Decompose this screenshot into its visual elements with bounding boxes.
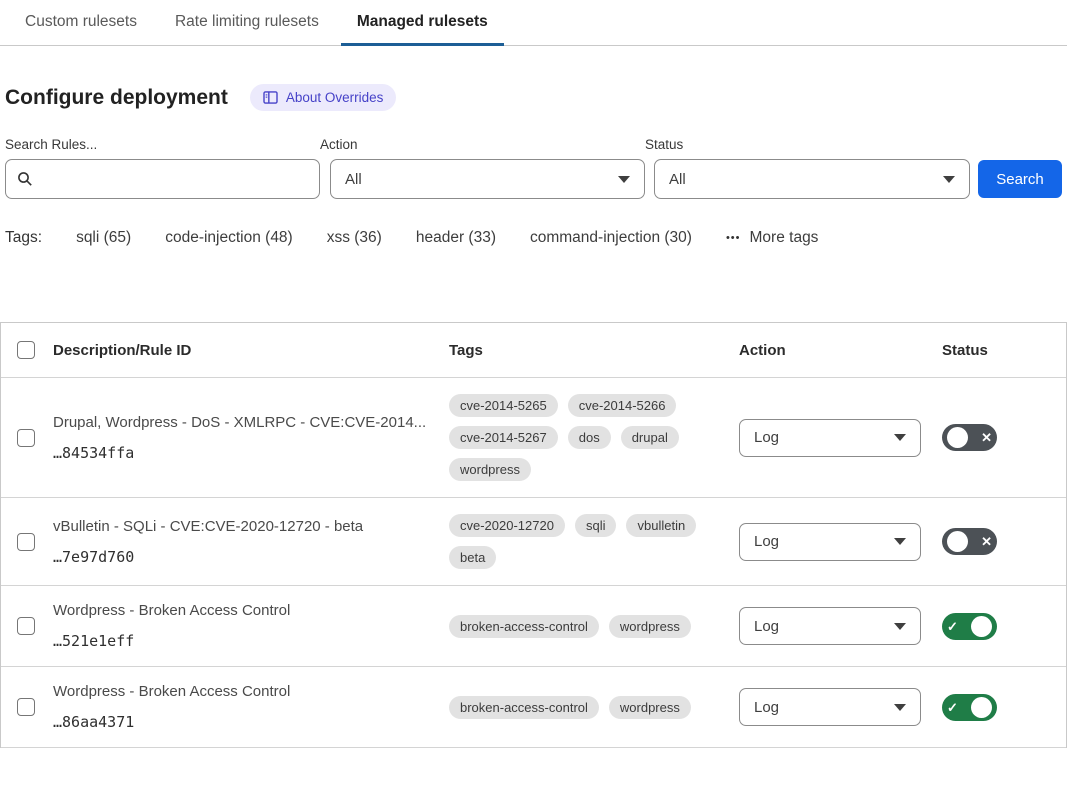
rule-action-value: Log bbox=[754, 618, 779, 635]
rules-table: Description/Rule ID Tags Action Status D… bbox=[0, 322, 1067, 748]
rule-tag: vbulletin bbox=[626, 514, 696, 537]
col-action: Action bbox=[739, 342, 942, 359]
col-tags: Tags bbox=[449, 342, 739, 359]
more-tags-label: More tags bbox=[750, 229, 819, 247]
chevron-down-icon bbox=[894, 704, 906, 711]
chevron-down-icon bbox=[618, 176, 630, 183]
page-header: Configure deployment About Overrides bbox=[5, 84, 1067, 111]
action-filter-label: Action bbox=[320, 137, 645, 152]
tags-bar: Tags: sqli (65) code-injection (48) xss … bbox=[5, 229, 1067, 247]
rule-tag: wordpress bbox=[449, 458, 531, 481]
rule-action-select[interactable]: Log bbox=[739, 607, 921, 645]
status-filter-value: All bbox=[669, 171, 686, 188]
chevron-down-icon bbox=[894, 623, 906, 630]
tag-filter-header[interactable]: header (33) bbox=[416, 229, 496, 247]
chevron-down-icon bbox=[894, 538, 906, 545]
rule-status-toggle[interactable]: ✓ bbox=[942, 613, 997, 640]
toggle-knob bbox=[947, 427, 968, 448]
search-icon bbox=[17, 171, 33, 187]
rule-action-select[interactable]: Log bbox=[739, 688, 921, 726]
table-row: Wordpress - Broken Access Control …86aa4… bbox=[1, 666, 1066, 748]
tags-bar-label: Tags: bbox=[5, 229, 42, 247]
status-filter-select[interactable]: All bbox=[654, 159, 970, 199]
ellipsis-icon: ••• bbox=[726, 232, 741, 244]
rule-status-toggle[interactable]: ✕ bbox=[942, 424, 997, 451]
table-header-row: Description/Rule ID Tags Action Status bbox=[1, 323, 1066, 377]
chevron-down-icon bbox=[894, 434, 906, 441]
more-tags-button[interactable]: ••• More tags bbox=[726, 229, 818, 247]
rule-action-select[interactable]: Log bbox=[739, 419, 921, 457]
rule-description: Drupal, Wordpress - DoS - XMLRPC - CVE:C… bbox=[53, 414, 429, 431]
tag-filter-sqli[interactable]: sqli (65) bbox=[76, 229, 131, 247]
about-overrides-badge[interactable]: About Overrides bbox=[250, 84, 397, 111]
rule-tag: cve-2020-12720 bbox=[449, 514, 565, 537]
rule-tag: dos bbox=[568, 426, 611, 449]
table-row: Drupal, Wordpress - DoS - XMLRPC - CVE:C… bbox=[1, 377, 1066, 497]
rule-action-value: Log bbox=[754, 699, 779, 716]
rule-id: …7e97d760 bbox=[53, 548, 429, 566]
toggle-knob bbox=[971, 616, 992, 637]
x-icon: ✕ bbox=[981, 535, 992, 548]
x-icon: ✕ bbox=[981, 431, 992, 444]
rule-id: …86aa4371 bbox=[53, 713, 429, 731]
ruleset-tabs: Custom rulesets Rate limiting rulesets M… bbox=[0, 0, 1067, 46]
row-checkbox[interactable] bbox=[17, 617, 35, 635]
filter-bar: Search Rules... Action All Status All Se… bbox=[5, 137, 1067, 199]
rule-description: vBulletin - SQLi - CVE:CVE-2020-12720 - … bbox=[53, 518, 429, 535]
rule-tag: cve-2014-5266 bbox=[568, 394, 677, 417]
check-icon: ✓ bbox=[947, 620, 958, 633]
about-overrides-label: About Overrides bbox=[286, 90, 384, 105]
rule-tag: cve-2014-5265 bbox=[449, 394, 558, 417]
search-input-wrap bbox=[5, 159, 320, 199]
book-icon bbox=[263, 91, 278, 104]
col-description-rule-id: Description/Rule ID bbox=[53, 342, 449, 359]
col-status: Status bbox=[942, 342, 1066, 359]
tag-filter-code-injection[interactable]: code-injection (48) bbox=[165, 229, 293, 247]
table-row: vBulletin - SQLi - CVE:CVE-2020-12720 - … bbox=[1, 497, 1066, 585]
row-checkbox[interactable] bbox=[17, 429, 35, 447]
rule-status-toggle[interactable]: ✕ bbox=[942, 528, 997, 555]
rule-tag: broken-access-control bbox=[449, 696, 599, 719]
chevron-down-icon bbox=[943, 176, 955, 183]
search-button[interactable]: Search bbox=[978, 160, 1062, 198]
rule-action-value: Log bbox=[754, 533, 779, 550]
rule-tag: broken-access-control bbox=[449, 615, 599, 638]
rule-id: …84534ffa bbox=[53, 444, 429, 462]
toggle-knob bbox=[971, 697, 992, 718]
tab-managed-rulesets[interactable]: Managed rulesets bbox=[341, 0, 504, 45]
rule-tag: cve-2014-5267 bbox=[449, 426, 558, 449]
action-filter-select[interactable]: All bbox=[330, 159, 645, 199]
rule-tag: wordpress bbox=[609, 696, 691, 719]
tag-filter-xss[interactable]: xss (36) bbox=[327, 229, 382, 247]
tag-filter-command-injection[interactable]: command-injection (30) bbox=[530, 229, 692, 247]
rule-id: …521e1eff bbox=[53, 632, 429, 650]
table-row: Wordpress - Broken Access Control …521e1… bbox=[1, 585, 1066, 666]
rule-tag: beta bbox=[449, 546, 496, 569]
check-icon: ✓ bbox=[947, 701, 958, 714]
tab-custom-rulesets[interactable]: Custom rulesets bbox=[9, 0, 153, 45]
search-rules-input[interactable] bbox=[5, 159, 320, 199]
row-checkbox[interactable] bbox=[17, 698, 35, 716]
toggle-knob bbox=[947, 531, 968, 552]
status-filter-label: Status bbox=[645, 137, 970, 152]
row-checkbox[interactable] bbox=[17, 533, 35, 551]
rule-status-toggle[interactable]: ✓ bbox=[942, 694, 997, 721]
rule-action-select[interactable]: Log bbox=[739, 523, 921, 561]
tab-rate-limiting-rulesets[interactable]: Rate limiting rulesets bbox=[159, 0, 335, 45]
search-rules-label: Search Rules... bbox=[5, 137, 320, 152]
rule-description: Wordpress - Broken Access Control bbox=[53, 683, 429, 700]
action-filter-value: All bbox=[345, 171, 362, 188]
page-title: Configure deployment bbox=[5, 86, 228, 110]
rule-tag: drupal bbox=[621, 426, 679, 449]
rule-tag: sqli bbox=[575, 514, 617, 537]
rule-action-value: Log bbox=[754, 429, 779, 446]
select-all-checkbox[interactable] bbox=[17, 341, 35, 359]
rule-description: Wordpress - Broken Access Control bbox=[53, 602, 429, 619]
rule-tag: wordpress bbox=[609, 615, 691, 638]
